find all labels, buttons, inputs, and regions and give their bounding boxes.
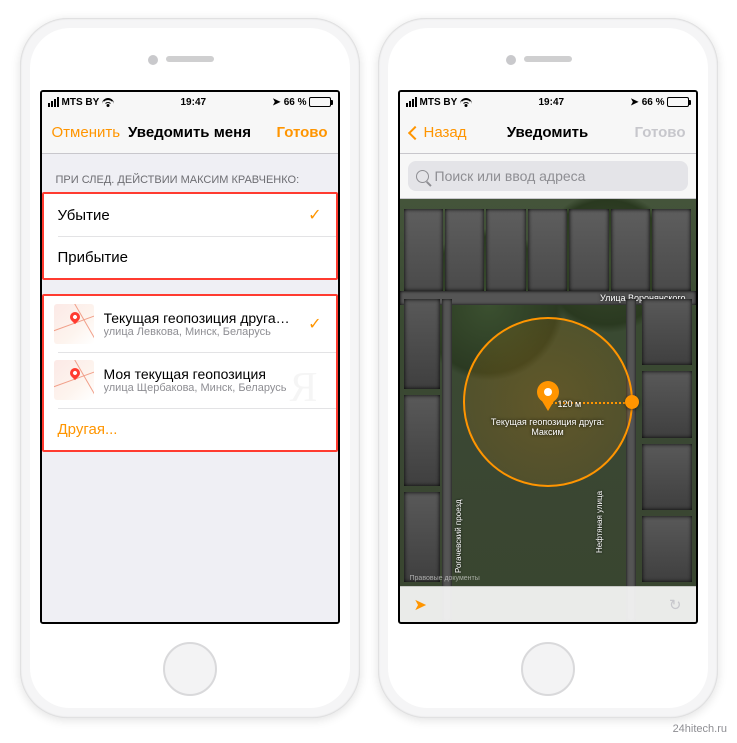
search-icon	[416, 170, 429, 183]
phone-right: MTS BY 19:47 ➤ 66 % Назад Уведо	[378, 18, 718, 718]
wifi-icon	[460, 98, 472, 107]
screen-left: MTS BY 19:47 ➤ 66 % Отменить Уведомить м…	[40, 90, 340, 624]
location-mine-sub: улица Щербакова, Минск, Беларусь	[104, 382, 287, 394]
done-button[interactable]: Готово	[276, 124, 327, 141]
content-left: ПРИ СЛЕД. ДЕЙСТВИИ МАКСИМ КРАВЧЕНКО: Убы…	[42, 154, 338, 622]
searchbar: Поиск или ввод адреса	[400, 154, 696, 199]
option-leave-label: Убытие	[58, 207, 110, 224]
road-vertical-2	[626, 299, 636, 622]
trigger-group: Убытие ✓ Прибытие	[42, 192, 338, 280]
front-camera	[148, 55, 158, 65]
locate-me-button[interactable]: ➤	[414, 595, 427, 615]
cancel-button[interactable]: Отменить	[52, 124, 121, 141]
search-input[interactable]: Поиск или ввод адреса	[408, 161, 688, 191]
status-bar: MTS BY 19:47 ➤ 66 %	[400, 92, 696, 112]
location-mine-title: Моя текущая геопозиция	[104, 366, 287, 382]
page-watermark: 24hitech.ru	[673, 723, 727, 735]
battery-pct: 66 %	[284, 97, 307, 108]
front-camera	[506, 55, 516, 65]
location-mine[interactable]: Моя текущая геопозиция улица Щербакова, …	[44, 352, 336, 408]
status-bar: MTS BY 19:47 ➤ 66 %	[42, 92, 338, 112]
done-button-disabled: Готово	[634, 124, 685, 141]
location-other[interactable]: Другая...	[44, 408, 336, 450]
phone-left-inner: MTS BY 19:47 ➤ 66 % Отменить Уведомить м…	[30, 28, 350, 708]
check-icon: ✓	[308, 205, 321, 225]
status-left: MTS BY	[406, 97, 473, 108]
battery-icon	[309, 97, 331, 107]
geofence-radius-handle[interactable]	[625, 395, 639, 409]
phone-left: MTS BY 19:47 ➤ 66 % Отменить Уведомить м…	[20, 18, 360, 718]
location-friend-title: Текущая геопозиция друга: Мак...	[104, 310, 294, 326]
section-header: ПРИ СЛЕД. ДЕЙСТВИИ МАКСИМ КРАВЧЕНКО:	[42, 154, 338, 192]
map-view[interactable]: Улица Воронянского Рогачевский проезд Не…	[400, 199, 696, 622]
screen-right: MTS BY 19:47 ➤ 66 % Назад Уведо	[398, 90, 698, 624]
pin-label: Текущая геопозиция друга: Максим	[478, 417, 618, 437]
option-arrive-label: Прибытие	[58, 249, 128, 266]
location-other-label: Другая...	[58, 421, 118, 438]
battery-pct: 66 %	[642, 97, 665, 108]
buildings-right	[642, 299, 692, 582]
location-services-icon: ➤	[272, 97, 280, 108]
status-left: MTS BY	[48, 97, 115, 108]
location-services-icon: ➤	[630, 97, 638, 108]
option-leave[interactable]: Убытие ✓	[44, 194, 336, 236]
carrier-label: MTS BY	[62, 97, 100, 108]
notch-area	[388, 28, 708, 90]
map-toolbar: ➤ ↻	[400, 586, 696, 622]
back-label: Назад	[424, 124, 467, 141]
status-right: ➤ 66 %	[272, 97, 331, 108]
navbar: Отменить Уведомить меня Готово	[42, 112, 338, 154]
refresh-button[interactable]: ↻	[669, 596, 682, 614]
phone-right-inner: MTS BY 19:47 ➤ 66 % Назад Уведо	[388, 28, 708, 708]
wifi-icon	[102, 98, 114, 107]
home-button[interactable]	[163, 642, 217, 696]
road-label-v2: Нефтяная улица	[595, 491, 604, 553]
road-label-v1: Рогачевский проезд	[454, 499, 463, 573]
option-arrive[interactable]: Прибытие	[44, 236, 336, 278]
carrier-label: MTS BY	[420, 97, 458, 108]
road-vertical-1	[442, 299, 452, 622]
map-thumb-icon	[54, 304, 94, 344]
search-placeholder: Поиск или ввод адреса	[435, 168, 586, 184]
signal-icon	[406, 97, 417, 107]
pin-icon	[537, 381, 559, 403]
buildings-left	[404, 299, 440, 582]
radius-label: 120 м	[558, 399, 582, 409]
status-right: ➤ 66 %	[630, 97, 689, 108]
map-thumb-icon	[54, 360, 94, 400]
location-friend-sub: улица Левкова, Минск, Беларусь	[104, 326, 294, 338]
status-time: 19:47	[181, 97, 207, 108]
back-button[interactable]: Назад	[410, 124, 467, 141]
map-attribution[interactable]: Правовые документы	[410, 575, 480, 582]
status-time: 19:47	[539, 97, 565, 108]
signal-icon	[48, 97, 59, 107]
home-button[interactable]	[521, 642, 575, 696]
notch-area	[30, 28, 350, 90]
navbar: Назад Уведомить Готово	[400, 112, 696, 154]
buildings-top	[400, 209, 696, 291]
speaker	[166, 56, 214, 62]
chevron-left-icon	[407, 125, 421, 139]
check-icon: ✓	[308, 314, 321, 334]
speaker	[524, 56, 572, 62]
battery-icon	[667, 97, 689, 107]
map-pin[interactable]	[537, 381, 559, 411]
location-group: Текущая геопозиция друга: Мак... улица Л…	[42, 294, 338, 452]
location-friend[interactable]: Текущая геопозиция друга: Мак... улица Л…	[44, 296, 336, 352]
